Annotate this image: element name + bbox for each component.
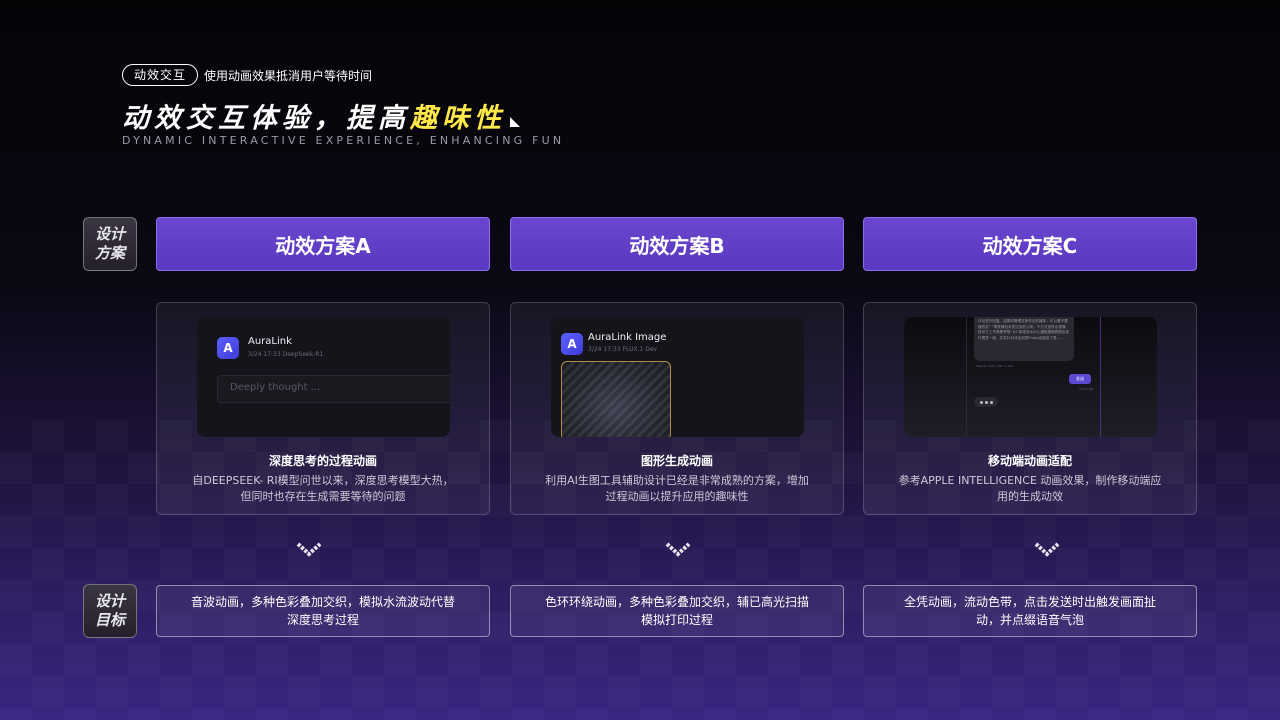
card-desc: 参考APPLE INTELLIGENCE 动画效果，制作移动端应用的生成动效 <box>898 474 1162 503</box>
side-label-line: 方案 <box>94 244 125 262</box>
send-bubble: 发送 <box>1069 374 1091 384</box>
plan-c-card: 评论进行回复。如果你管理这条评论的媒体，可以看不要做改变“ ”等表情包未表达你的… <box>863 302 1197 515</box>
plan-b-goal: 色环环绕动画，多种色彩叠加交织，辅已高光扫描模拟打印过程 <box>510 585 844 637</box>
thinking-input: Deeply thought ... <box>217 375 450 403</box>
side-label-design-plan: 设计 方案 <box>83 217 137 271</box>
card-title: 图形生成动画 <box>640 454 713 468</box>
chevron-down-icon <box>665 542 691 557</box>
side-label-line: 设计 <box>94 592 125 610</box>
side-label-line: 目标 <box>94 611 125 629</box>
card-title: 深度思考的过程动画 <box>268 454 377 468</box>
plan-a-preview: A AuraLink 3/24 17:33 DeepSeek-R1 Deeply… <box>197 317 450 437</box>
section-tag-desc: 使用动画效果抵消用户等待时间 <box>204 68 373 83</box>
plan-c-goal: 全凭动画，流动色带，点击发送时出触发画面扯动，并点缀语音气泡 <box>863 585 1197 637</box>
side-label-design-goal: 设计 目标 <box>83 584 137 638</box>
plan-a-card: A AuraLink 3/24 17:33 DeepSeek-R1 Deeply… <box>156 302 490 515</box>
plan-c-header: 动效方案C <box>863 217 1197 271</box>
app-name: AuraLink <box>248 336 292 347</box>
section-tag: 动效交互 <box>122 64 199 86</box>
chevron-down-icon <box>296 542 322 557</box>
card-title: 移动端动画适配 <box>987 454 1072 468</box>
plan-b-card: A AuraLink Image 3/24 17:33 FLUX.1 Dev 图… <box>510 302 844 515</box>
plan-b-preview: A AuraLink Image 3/24 17:33 FLUX.1 Dev <box>551 317 804 437</box>
app-logo-icon: A <box>561 333 583 355</box>
section-tag-row: 动效交互 使用动画效果抵消用户等待时间 <box>122 64 372 86</box>
chevron-down-icon <box>1034 542 1060 557</box>
title-main: 动效交互体验，提高 <box>122 103 410 134</box>
plan-c-preview: 评论进行回复。如果你管理这条评论的媒体，可以看不要做改变“ ”等表情包未表达你的… <box>904 317 1157 437</box>
chat-token-info: Tokens: 230 | TTB: 1.32S <box>976 364 1013 368</box>
app-logo-icon: A <box>217 337 239 359</box>
cursor-icon <box>510 116 520 127</box>
typing-dots-icon <box>974 397 998 407</box>
title-highlight: 趣味性 <box>410 103 506 134</box>
generated-image <box>561 361 671 437</box>
card-desc: 利用AI生图工具辅助设计已经是非常成熟的方案，增加过程动画以提升应用的趣味性 <box>545 474 809 503</box>
send-time: 12:34 PM <box>1079 387 1093 391</box>
side-label-line: 设计 <box>94 225 125 243</box>
chat-bubble: 评论进行回复。如果你管理这条评论的媒体，可以看不要做改变“ ”等表情包未表达你的… <box>974 317 1074 361</box>
page-subtitle: DYNAMIC INTERACTIVE EXPERIENCE, ENHANCIN… <box>122 134 565 147</box>
app-meta: 3/24 17:33 DeepSeek-R1 <box>248 351 324 358</box>
card-desc: 自DEEPSEEK- RI模型问世以来，深度思考模型大热，但同时也存在生成需要等… <box>192 474 454 503</box>
plan-a-goal: 音波动画，多种色彩叠加交织，模拟水流波动代替深度思考过程 <box>156 585 490 637</box>
app-name: AuraLink Image <box>588 332 667 343</box>
plan-b-header: 动效方案B <box>510 217 844 271</box>
app-meta: 3/24 17:33 FLUX.1 Dev <box>588 346 658 353</box>
page-title: 动效交互体验，提高 趣味性 <box>122 96 520 135</box>
plan-a-header: 动效方案A <box>156 217 490 271</box>
